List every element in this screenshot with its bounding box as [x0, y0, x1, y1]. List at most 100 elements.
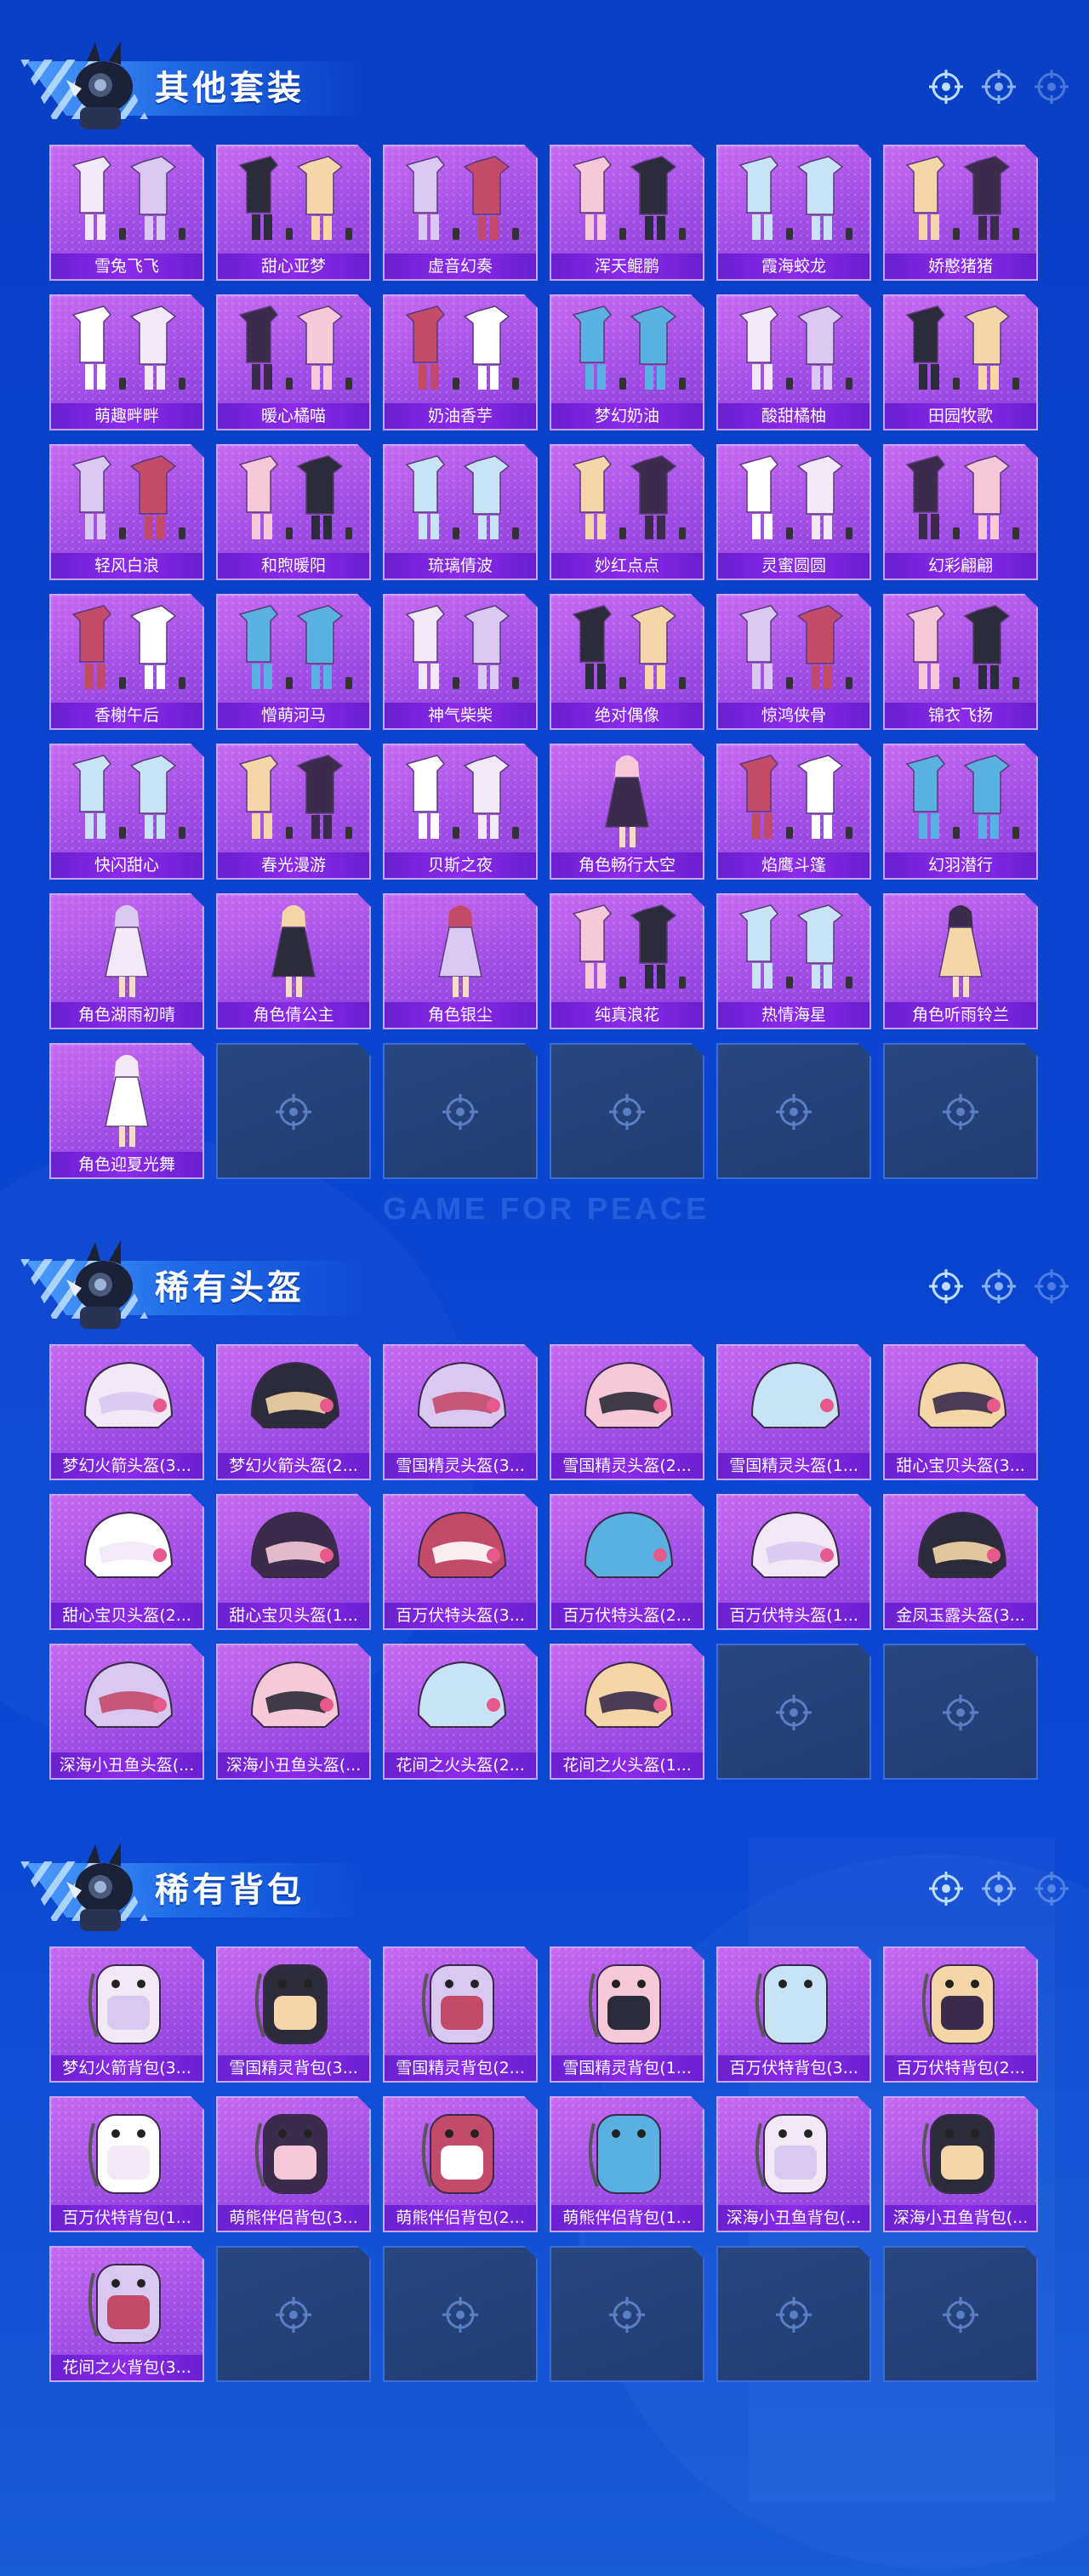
- item-label: 雪国精灵头盔(1...: [718, 1453, 869, 1479]
- item-card[interactable]: 酸甜橘柚: [716, 294, 871, 430]
- item-card[interactable]: 妙红点点: [550, 444, 704, 580]
- outfit-icon: [51, 596, 202, 703]
- item-card[interactable]: 梦幻火箭头盔(3...: [49, 1344, 204, 1480]
- item-card[interactable]: 焰鹰斗篷: [716, 744, 871, 880]
- outfit-icon: [51, 296, 202, 403]
- item-card[interactable]: 雪国精灵背包(1...: [550, 1946, 704, 2083]
- character-icon: [385, 895, 536, 1002]
- item-label: 雪国精灵背包(2...: [385, 2055, 536, 2081]
- item-card[interactable]: 惊鸿侠骨: [716, 594, 871, 730]
- item-card[interactable]: 金凤玉露头盔(3...: [883, 1494, 1038, 1630]
- item-label: 萌熊伴侣背包(3...: [218, 2205, 369, 2231]
- item-card[interactable]: 角色湖雨初晴: [49, 893, 204, 1029]
- item-card[interactable]: 百万伏特背包(3...: [716, 1946, 871, 2083]
- outfit-icon: [718, 895, 869, 1002]
- item-card[interactable]: 琉璃倩波: [383, 444, 538, 580]
- item-card[interactable]: 萌熊伴侣背包(2...: [383, 2096, 538, 2232]
- item-label: 深海小丑鱼头盔(...: [51, 1752, 202, 1778]
- item-card[interactable]: 雪国精灵背包(3...: [216, 1946, 371, 2083]
- section-rare-helmets: 稀有头盔 梦幻火箭头盔(3... 梦幻火箭头盔(2... 雪国精灵头盔(3... 雪国…: [0, 1225, 1089, 1327]
- item-card[interactable]: 梦幻火箭头盔(2...: [216, 1344, 371, 1480]
- section-header: 其他套装: [0, 26, 1089, 129]
- item-label: 浑天鲲鹏: [551, 254, 703, 279]
- item-card[interactable]: 百万伏特头盔(2...: [550, 1494, 704, 1630]
- item-card[interactable]: 角色迎夏光舞: [49, 1043, 204, 1179]
- helmet-icon: [551, 1496, 703, 1603]
- item-card[interactable]: 百万伏特背包(2...: [883, 1946, 1038, 2083]
- item-card[interactable]: 奶油香芋: [383, 294, 538, 430]
- item-card[interactable]: 萌熊伴侣背包(3...: [216, 2096, 371, 2232]
- item-card[interactable]: 深海小丑鱼头盔(...: [216, 1644, 371, 1780]
- item-card[interactable]: 田园牧歌: [883, 294, 1038, 430]
- item-card[interactable]: 角色听雨铃兰: [883, 893, 1038, 1029]
- item-card[interactable]: 深海小丑鱼背包(...: [716, 2096, 871, 2232]
- item-label: 纯真浪花: [551, 1002, 703, 1028]
- item-card[interactable]: 深海小丑鱼头盔(...: [49, 1644, 204, 1780]
- item-card[interactable]: 角色畅行太空: [550, 744, 704, 880]
- item-card[interactable]: 暖心橘喵: [216, 294, 371, 430]
- item-card[interactable]: 甜心宝贝头盔(2...: [49, 1494, 204, 1630]
- item-card[interactable]: 纯真浪花: [550, 893, 704, 1029]
- item-card[interactable]: 娇憨猪猪: [883, 145, 1038, 281]
- item-card[interactable]: 神气柴柴: [383, 594, 538, 730]
- item-card[interactable]: 萌趣畔畔: [49, 294, 204, 430]
- crosshair-icon: [607, 1092, 647, 1131]
- item-card[interactable]: 快闪甜心: [49, 744, 204, 880]
- item-card[interactable]: 憎萌河马: [216, 594, 371, 730]
- outfit-icon: [551, 296, 703, 403]
- item-card[interactable]: 花间之火头盔(1...: [550, 1644, 704, 1780]
- outfit-icon: [718, 596, 869, 703]
- item-label: 深海小丑鱼背包(...: [885, 2205, 1036, 2231]
- item-card[interactable]: 灵蜜圆圆: [716, 444, 871, 580]
- helmet-icon: [218, 1496, 369, 1603]
- item-card[interactable]: 热情海星: [716, 893, 871, 1029]
- crosshair-icon: [929, 1269, 963, 1303]
- item-label: 梦幻火箭头盔(3...: [51, 1453, 202, 1479]
- item-card[interactable]: 萌熊伴侣背包(1...: [550, 2096, 704, 2232]
- item-label: 梦幻奶油: [551, 403, 703, 429]
- empty-slot: [383, 2246, 538, 2382]
- item-card[interactable]: 幻彩翩翩: [883, 444, 1038, 580]
- item-card[interactable]: 轻风白浪: [49, 444, 204, 580]
- item-card[interactable]: 霞海蛟龙: [716, 145, 871, 281]
- item-label: 奶油香芋: [385, 403, 536, 429]
- item-card[interactable]: 角色倩公主: [216, 893, 371, 1029]
- item-card[interactable]: 雪国精灵背包(2...: [383, 1946, 538, 2083]
- item-card[interactable]: 雪国精灵头盔(2...: [550, 1344, 704, 1480]
- item-card[interactable]: 甜心宝贝头盔(1...: [216, 1494, 371, 1630]
- item-card[interactable]: 梦幻奶油: [550, 294, 704, 430]
- item-card[interactable]: 贝斯之夜: [383, 744, 538, 880]
- item-card[interactable]: 梦幻火箭背包(3...: [49, 1946, 204, 2083]
- item-card[interactable]: 雪国精灵头盔(1...: [716, 1344, 871, 1480]
- item-card[interactable]: 锦衣飞扬: [883, 594, 1038, 730]
- item-card[interactable]: 和煦暖阳: [216, 444, 371, 580]
- item-card[interactable]: 花间之火背包(3...: [49, 2246, 204, 2382]
- item-card[interactable]: 幻羽潜行: [883, 744, 1038, 880]
- helmet-icon: [385, 1496, 536, 1603]
- item-label: 萌熊伴侣背包(2...: [385, 2205, 536, 2231]
- item-grid: 雪兔飞飞 甜心亚梦 虚音幻奏 浑天鲲鹏 霞海蛟龙 娇憨猪猪萌趣畔畔 暖心橘喵 奶油香芋 梦幻奶油…: [49, 145, 1038, 1179]
- item-card[interactable]: 花间之火头盔(2...: [383, 1644, 538, 1780]
- item-card[interactable]: 绝对偶像: [550, 594, 704, 730]
- section-header: 稀有背包: [0, 1827, 1089, 1931]
- item-card[interactable]: 雪兔飞飞: [49, 145, 204, 281]
- item-card[interactable]: 香榭午后: [49, 594, 204, 730]
- item-card[interactable]: 百万伏特头盔(3...: [383, 1494, 538, 1630]
- item-card[interactable]: 深海小丑鱼背包(...: [883, 2096, 1038, 2232]
- item-card[interactable]: 雪国精灵头盔(3...: [383, 1344, 538, 1480]
- item-label: 春光漫游: [218, 852, 369, 878]
- item-card[interactable]: 百万伏特背包(1...: [49, 2096, 204, 2232]
- item-label: 角色听雨铃兰: [885, 1002, 1036, 1028]
- empty-slot: [883, 2246, 1038, 2382]
- outfit-icon: [385, 146, 536, 254]
- item-card[interactable]: 浑天鲲鹏: [550, 145, 704, 281]
- item-card[interactable]: 甜心宝贝头盔(3...: [883, 1344, 1038, 1480]
- item-card[interactable]: 虚音幻奏: [383, 145, 538, 281]
- helmet-icon: [718, 1496, 869, 1603]
- helmet-icon: [885, 1346, 1036, 1453]
- item-card[interactable]: 百万伏特头盔(1...: [716, 1494, 871, 1630]
- outfit-icon: [385, 446, 536, 553]
- item-card[interactable]: 春光漫游: [216, 744, 371, 880]
- item-card[interactable]: 角色银尘: [383, 893, 538, 1029]
- item-card[interactable]: 甜心亚梦: [216, 145, 371, 281]
